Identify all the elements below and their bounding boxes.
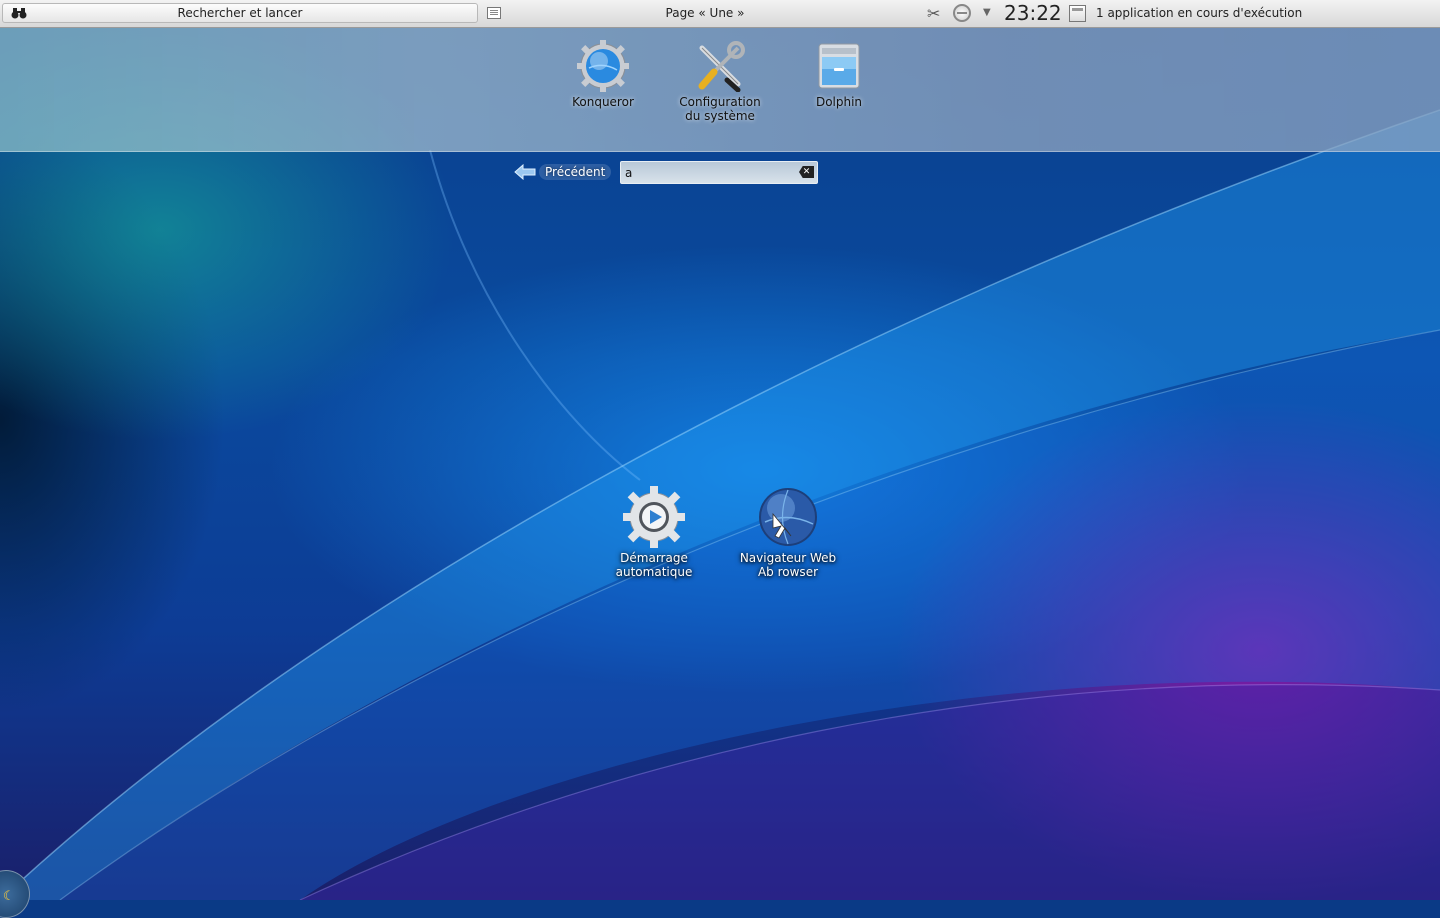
window-list-icon[interactable] [1069,5,1086,22]
favorite-konqueror[interactable]: Konqueror [563,40,643,109]
clock[interactable]: 23:22 [1004,1,1062,25]
result-web-browser[interactable]: Navigateur Web Ab rowser [738,486,838,579]
system-settings-tools-icon [698,41,745,93]
back-arrow-icon [514,164,536,180]
result-label: Navigateur Web Ab rowser [739,551,837,579]
activity-sheet-icon[interactable] [487,7,501,19]
favorites-strip: Konqueror Configuration du système Dolph… [0,28,1440,152]
favorite-label: Konqueror [572,95,634,109]
favorite-label: Dolphin [815,95,863,109]
back-label: Précédent [539,164,612,180]
back-button[interactable]: Précédent [514,162,612,182]
result-label: Démarrage automatique [615,551,693,579]
running-applications-label[interactable]: 1 application en cours d'exécution [1096,6,1302,20]
result-autostart[interactable]: Démarrage automatique [604,486,704,579]
search-query-field[interactable]: ✕ [620,161,818,184]
autostart-gear-play-icon [623,486,685,548]
system-tray-expand-chevron-icon[interactable]: ▼ [983,7,991,18]
crescent-moon-icon: ☾ [3,889,15,904]
clear-text-icon[interactable]: ✕ [799,166,814,178]
favorite-system-settings[interactable]: Configuration du système [670,40,770,123]
page-label[interactable]: Page « Une » [600,6,810,20]
top-panel: Rechercher et lancer Page « Une » ✂ ▼ 23… [0,0,1440,28]
favorite-dolphin[interactable]: Dolphin [799,40,879,109]
search-input[interactable] [625,164,795,181]
klipper-scissors-icon[interactable]: ✂ [927,4,940,23]
konqueror-gear-globe-icon [577,40,629,92]
search-and-launch-button[interactable]: Rechercher et lancer [2,3,478,23]
arora-browser-globe-icon [759,488,817,546]
search-and-launch-label: Rechercher et lancer [177,6,303,20]
dolphin-file-cabinet-icon [818,43,860,89]
network-icon[interactable] [953,4,971,22]
favorite-label: Configuration du système [679,95,761,123]
